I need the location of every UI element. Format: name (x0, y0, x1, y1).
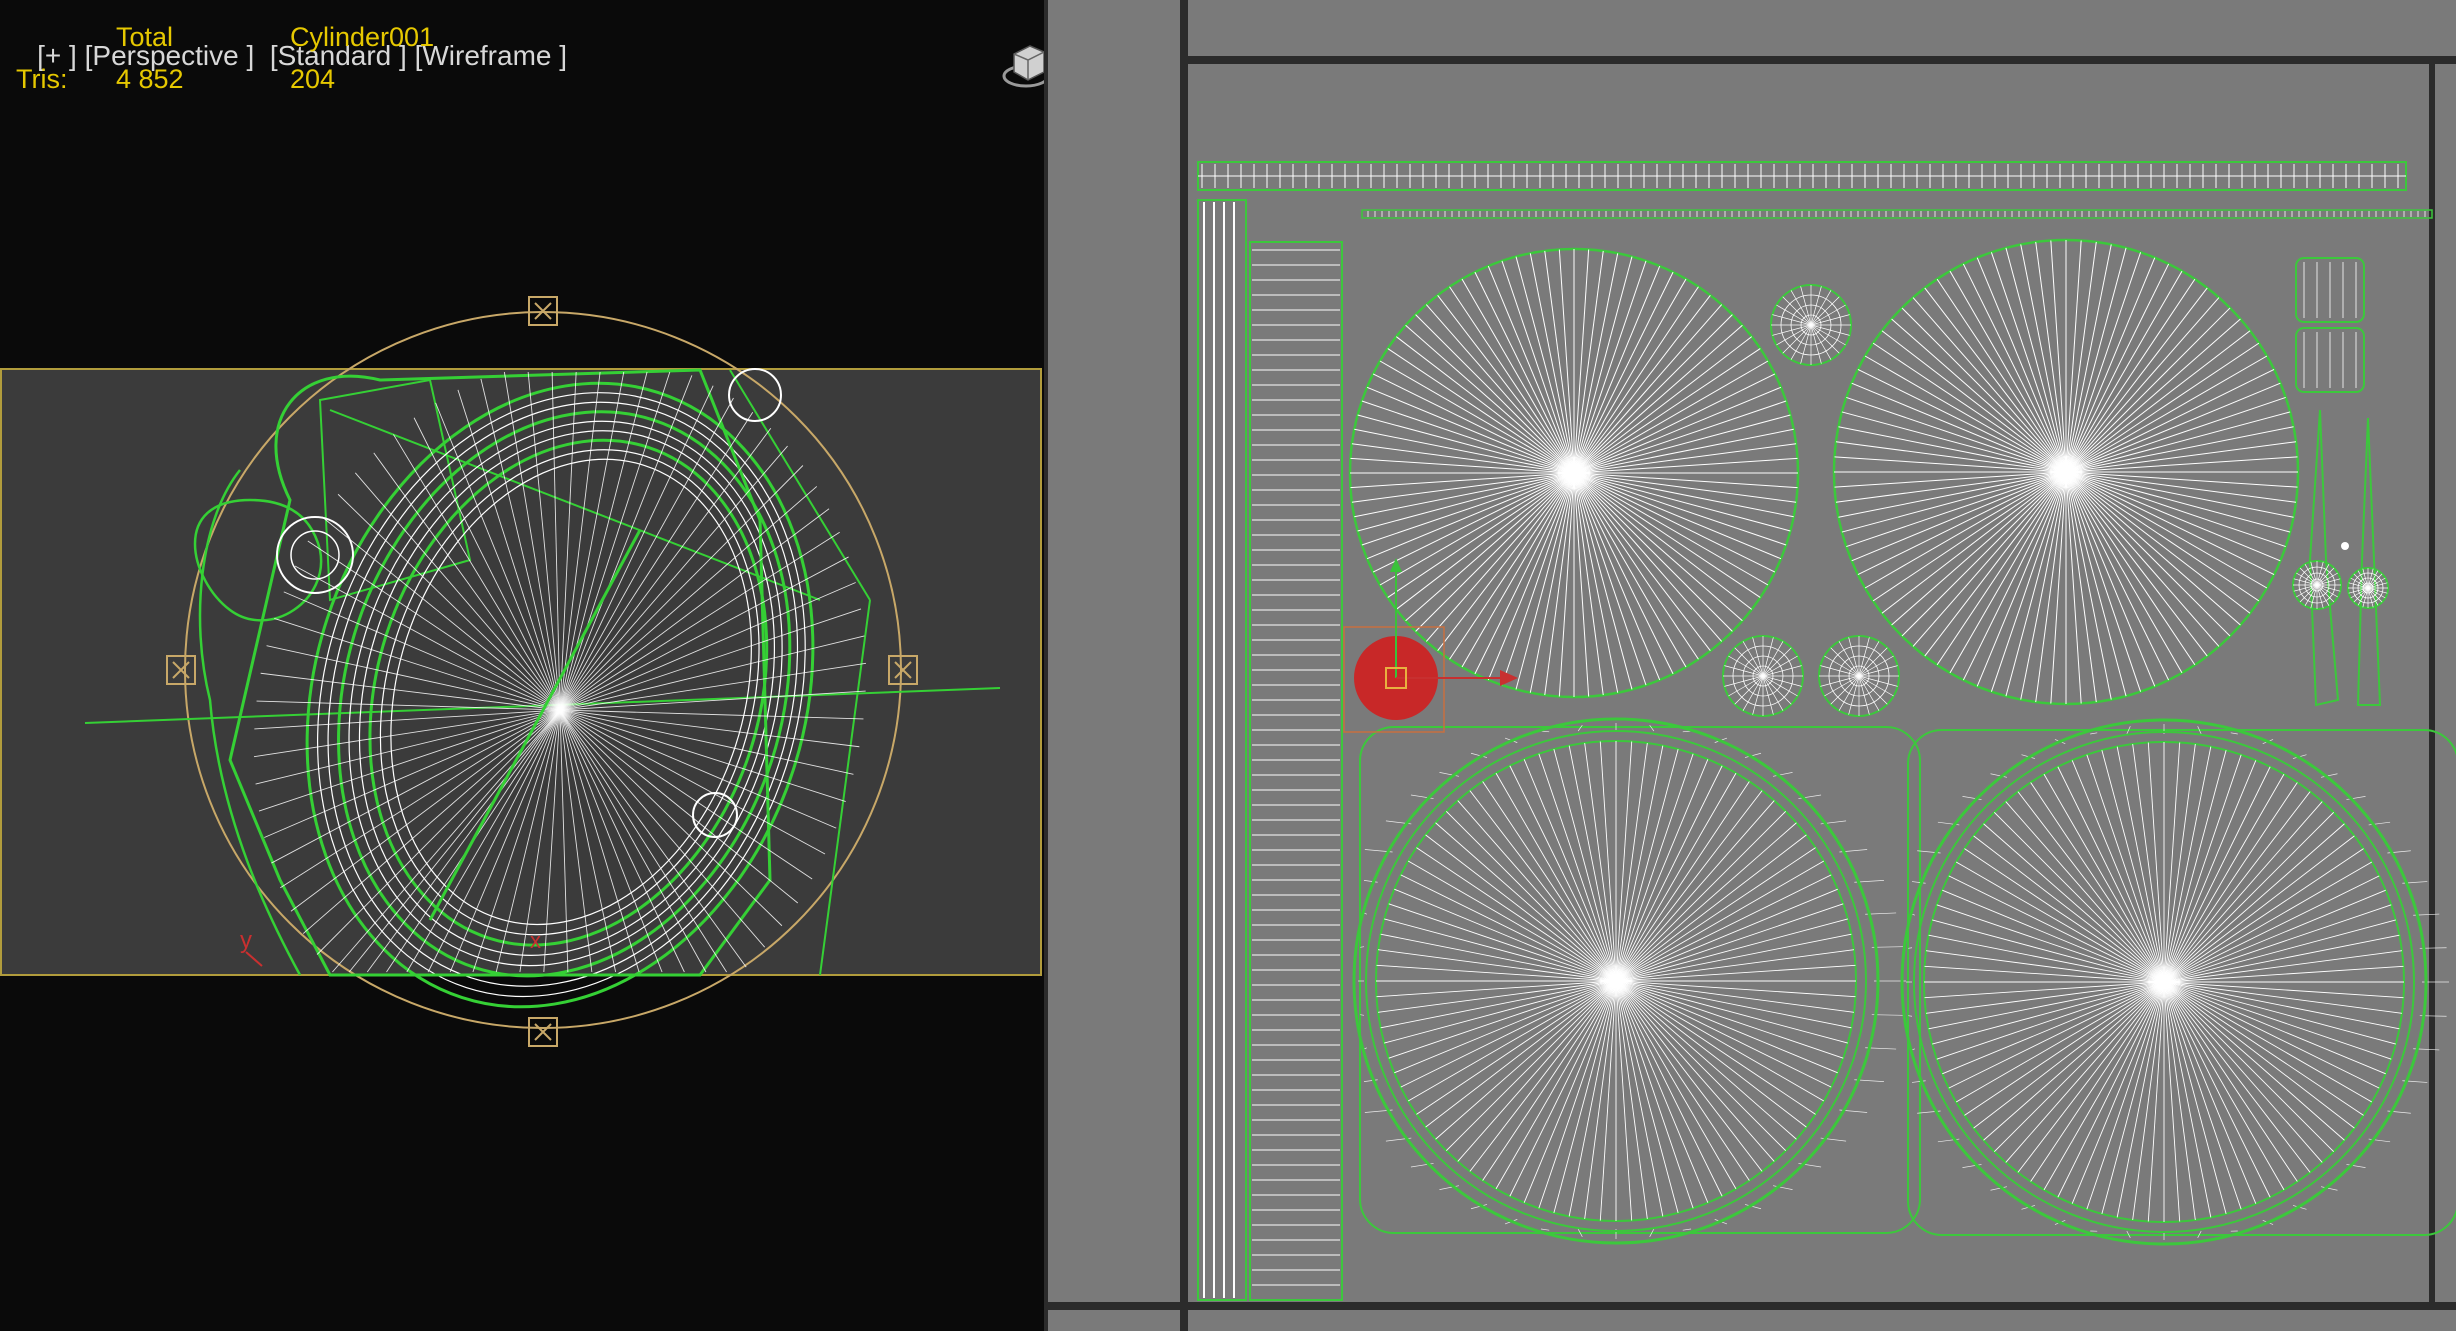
viewcube-icon[interactable] (1000, 38, 1044, 90)
axis-tripod-icon (245, 951, 263, 967)
uv-grid-border-bottom (1048, 1302, 2456, 1310)
move-gizmo-icon (1385, 558, 1518, 689)
uv-shell-rim-2 (1900, 718, 2456, 1246)
uv-shell-disc-1 (1348, 247, 1800, 699)
uv-shell-disc-2 (1832, 238, 2300, 706)
uv-shell-pin-head-1 (2292, 560, 2342, 610)
uv-shell-bolt-1 (1770, 284, 1852, 366)
uv-shell-left-strip (1197, 199, 1247, 1301)
stats-total-header: Total (116, 22, 174, 52)
stats-object-value: 204 (290, 64, 336, 94)
uv-shell-pin-1 (2308, 409, 2340, 707)
uv-shell-pin-head-2 (2347, 567, 2389, 609)
stats-object-header: Cylinder001 (290, 22, 435, 52)
uv-shell-pin-2 (2356, 417, 2382, 706)
uv-shell-rim-1 (1352, 717, 1921, 1245)
selection-sphere-icon (184, 311, 902, 1029)
uv-grid-border-left (1180, 0, 1188, 1331)
uv-grid-border-top (1188, 56, 2456, 64)
axis-label-x: x (530, 928, 541, 953)
stats-total-value: 4 852 (116, 64, 184, 94)
viewport-mode-button[interactable]: [Wireframe ] (415, 40, 567, 71)
uv-shell-side-strip (1249, 241, 1343, 1301)
uv-shell-thin-strip (1361, 209, 2433, 219)
bolt-wireframe (692, 792, 738, 838)
uv-layout[interactable] (1048, 0, 2456, 1331)
uv-shell-bolt-3 (1818, 635, 1900, 717)
stats-tris-label: Tris: (16, 64, 68, 94)
bolt-wireframe (276, 516, 354, 594)
viewport-label-bar: [+ ] [Perspective ] [Standard ] [Wirefra… (6, 8, 567, 104)
uv-shell-bolt-2 (1722, 635, 1804, 717)
wheel-wireframe (84, 296, 1001, 1047)
perspective-viewport[interactable]: yx [+ ] [Perspective ] [Standard ] [Wire… (0, 0, 1044, 1331)
viewport-wireframe[interactable]: yx (0, 0, 1044, 1331)
uv-grid-border-right (2429, 64, 2435, 1302)
uv-editor-canvas[interactable] (1048, 0, 2456, 1331)
axis-label-y: y (240, 927, 252, 954)
